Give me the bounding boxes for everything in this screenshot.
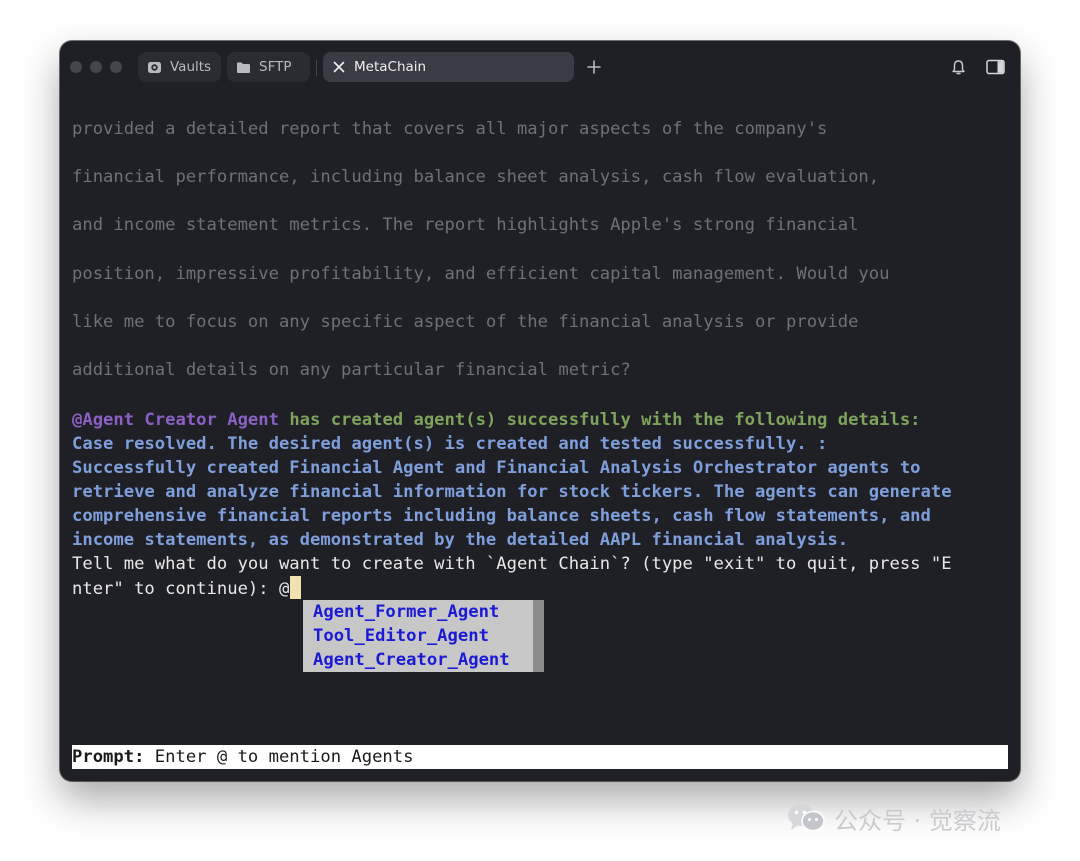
toggle-sidebar-button[interactable] bbox=[985, 58, 1005, 76]
result-line: Successfully created Financial Agent and… bbox=[72, 458, 921, 479]
tab-vaults[interactable]: Vaults bbox=[138, 52, 221, 82]
minimize-window-button[interactable] bbox=[90, 61, 102, 73]
output-line: financial performance, including balance… bbox=[72, 167, 880, 188]
tab-label: Vaults bbox=[170, 59, 212, 75]
input-line[interactable]: nter" to continue): @ bbox=[72, 576, 1012, 600]
new-tab-button[interactable] bbox=[585, 58, 603, 76]
plus-icon bbox=[587, 60, 601, 74]
menu-item-agent-creator-agent[interactable]: Agent_Creator_Agent bbox=[303, 648, 533, 672]
zoom-window-button[interactable] bbox=[110, 61, 122, 73]
watermark: 公众号 · 觉察流 bbox=[786, 800, 1001, 836]
menu-item-tool-editor-agent[interactable]: Tool_Editor_Agent bbox=[303, 624, 533, 648]
agent-mention: @Agent Creator Agent bbox=[72, 410, 279, 431]
tab-label: MetaChain bbox=[354, 59, 427, 75]
bell-icon bbox=[951, 59, 965, 74]
terminal-output: provided a detailed report that covers a… bbox=[72, 105, 1012, 600]
question-line: Tell me what do you want to create with … bbox=[72, 554, 952, 575]
output-line: like me to focus on any specific aspect … bbox=[72, 311, 859, 332]
prompt-placeholder: Enter @ to mention Agents bbox=[144, 747, 414, 767]
wechat-icon bbox=[788, 804, 825, 832]
output-line: provided a detailed report that covers a… bbox=[72, 119, 828, 139]
title-bar: Vaults SFTP MetaChain bbox=[60, 41, 1020, 93]
result-line: income statements, as demonstrated by th… bbox=[72, 530, 849, 551]
close-icon[interactable] bbox=[332, 60, 346, 74]
text-cursor bbox=[290, 576, 302, 600]
menu-item-agent-former-agent[interactable]: Agent_Former_Agent bbox=[303, 600, 533, 624]
tab-divider bbox=[316, 60, 317, 76]
notifications-button[interactable] bbox=[949, 58, 967, 76]
result-line: retrieve and analyze financial informati… bbox=[72, 482, 952, 503]
tab-label: SFTP bbox=[259, 59, 292, 75]
output-line: position, impressive profitability, and … bbox=[72, 263, 890, 284]
agent-autocomplete-menu: Agent_Former_Agent Tool_Editor_Agent Age… bbox=[303, 600, 544, 672]
output-line: additional details on any particular fin… bbox=[72, 359, 631, 380]
agent-status-text: has created agent(s) successfully with t… bbox=[278, 410, 921, 431]
tab-metachain[interactable]: MetaChain bbox=[323, 52, 574, 82]
watermark-text: 公众号 · 觉察流 bbox=[834, 806, 1001, 835]
tab-sftp[interactable]: SFTP bbox=[227, 52, 310, 82]
question-text: nter" to continue): @ bbox=[72, 579, 290, 600]
terminal-window: Vaults SFTP MetaChain provided a detaile… bbox=[60, 41, 1020, 781]
result-line: comprehensive financial reports includin… bbox=[72, 506, 931, 527]
prompt-label: Prompt: bbox=[72, 747, 145, 767]
sidebar-icon bbox=[985, 59, 1005, 75]
vault-icon bbox=[147, 60, 162, 75]
result-line: Case resolved. The desired agent(s) is c… bbox=[72, 434, 828, 455]
output-line: and income statement metrics. The report… bbox=[72, 215, 859, 236]
close-window-button[interactable] bbox=[70, 61, 82, 73]
agent-status-line: @Agent Creator Agent has created agent(s… bbox=[72, 408, 1012, 432]
folder-icon bbox=[236, 61, 251, 74]
prompt-bar[interactable]: Prompt: Enter @ to mention Agents bbox=[72, 745, 1008, 769]
